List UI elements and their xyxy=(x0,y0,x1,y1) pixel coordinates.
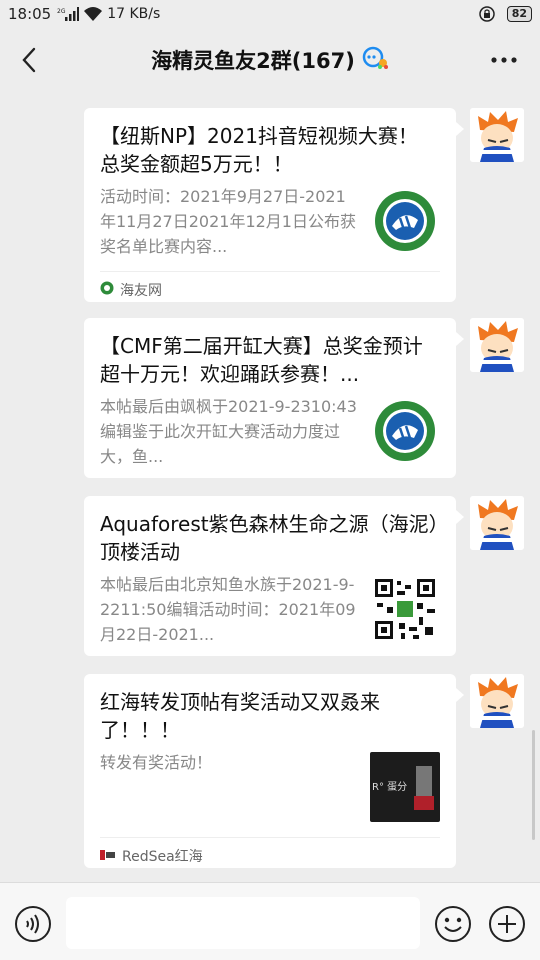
card-title: 【纽斯NP】2021抖音短视频大赛！ 总奖金额超5万元！！ xyxy=(100,124,418,176)
voice-input-button[interactable] xyxy=(14,905,52,943)
card-source: 海友网 xyxy=(100,271,440,300)
message-input[interactable] xyxy=(66,897,420,949)
link-card-message[interactable]: 红海转发顶帖有奖活动又双叒来了！！！ 转发有奖活动！ R° 蛋分 RedSea红… xyxy=(84,674,464,868)
chat-area[interactable]: 【纽斯NP】2021抖音短视频大赛！ 总奖金额超5万元！！ 活动时间：2021年… xyxy=(0,92,540,882)
battery-indicator: 82 xyxy=(506,6,532,22)
card-description: 本帖最后由北京知鱼水族于2021-9-2211:50编辑活动时间：2021年09… xyxy=(100,575,356,644)
card-description: 活动时间：2021年9月27日-2021年11月27日2021年12月1日公布获… xyxy=(100,187,356,256)
link-card-message[interactable]: 【纽斯NP】2021抖音短视频大赛！ 总奖金额超5万元！！ 活动时间：2021年… xyxy=(84,108,464,302)
svg-text:2G: 2G xyxy=(57,8,66,15)
chevron-left-icon xyxy=(22,47,36,73)
avatar[interactable] xyxy=(470,108,524,162)
qr-code-icon xyxy=(370,574,440,644)
more-dots-icon xyxy=(491,57,517,63)
input-bar xyxy=(0,882,540,960)
cartoon-boy-avatar-icon xyxy=(470,318,524,372)
back-button[interactable] xyxy=(14,44,44,76)
wifi-icon xyxy=(83,6,103,22)
avatar[interactable] xyxy=(470,496,524,550)
status-time: 18:05 xyxy=(8,5,52,23)
voice-icon xyxy=(15,906,51,942)
more-button[interactable] xyxy=(486,44,522,76)
card-description: 本帖最后由飒枫于2021-9-2310:43编辑鉴于此次开缸大赛活动力度过大，鱼… xyxy=(100,397,357,466)
source-name: 海友网 xyxy=(120,283,162,299)
card-title: Aquaforest紫色森林生命之源（海泥）顶楼活动 xyxy=(100,512,439,564)
cartoon-boy-avatar-icon xyxy=(470,496,524,550)
more-functions-button[interactable] xyxy=(488,905,526,943)
cartoon-boy-avatar-icon xyxy=(470,108,524,162)
emoji-button[interactable] xyxy=(434,905,472,943)
signal-icon: 2G xyxy=(57,7,80,21)
link-card-message[interactable]: 【CMF第二届开缸大赛】总奖金预计超十万元！欢迎踊跃参赛！... 本帖最后由飒枫… xyxy=(84,318,464,478)
lock-rotation-icon xyxy=(478,6,495,22)
scrollbar[interactable] xyxy=(532,730,535,840)
status-bar: 18:05 2G 17 KB/s 82 xyxy=(0,0,540,28)
avatar[interactable] xyxy=(470,674,524,728)
avatar[interactable] xyxy=(470,318,524,372)
chat-header: 海精灵鱼友2群(167) xyxy=(0,28,540,92)
source-name: RedSea红海 xyxy=(122,849,203,865)
card-title: 红海转发顶帖有奖活动又双叒来了！！！ xyxy=(100,690,380,742)
card-title: 【CMF第二届开缸大赛】总奖金预计超十万元！欢迎踊跃参赛！... xyxy=(100,334,423,386)
redsea-logo-icon xyxy=(100,848,116,864)
logo-green-fish-icon xyxy=(370,186,440,256)
chat-title: 海精灵鱼友2群(167) xyxy=(151,49,355,73)
thumb-text: R° 蛋分 xyxy=(372,782,408,793)
link-card-message[interactable]: Aquaforest紫色森林生命之源（海泥）顶楼活动 本帖最后由北京知鱼水族于2… xyxy=(84,496,464,656)
emoji-icon xyxy=(435,906,471,942)
network-speed: 17 KB/s xyxy=(107,6,161,22)
group-chat-icon xyxy=(361,45,389,75)
redsea-product-image: R° 蛋分 xyxy=(370,752,440,822)
card-description: 转发有奖活动！ xyxy=(100,753,213,772)
plus-icon xyxy=(489,906,525,942)
logo-green-fish-icon xyxy=(370,396,440,466)
card-source: RedSea红海 xyxy=(100,837,440,866)
cartoon-boy-avatar-icon xyxy=(470,674,524,728)
source-logo-icon xyxy=(100,281,114,299)
